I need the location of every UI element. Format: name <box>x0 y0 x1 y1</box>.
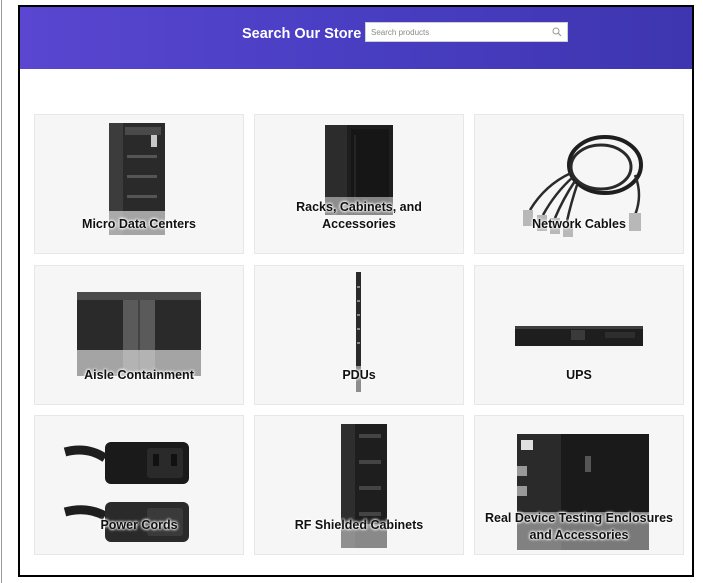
category-tile-ups[interactable]: UPS <box>474 265 684 405</box>
page-divider <box>1 0 2 583</box>
category-label: Network Cables <box>532 217 626 231</box>
category-tile-power-cords[interactable]: Power Cords <box>34 415 244 555</box>
category-label: Racks, Cabinets, and Accessories <box>296 200 422 231</box>
store-header: Search Our Store <box>20 7 692 69</box>
category-label: Micro Data Centers <box>82 217 196 231</box>
pdu-image <box>356 272 361 392</box>
search-box[interactable] <box>365 22 568 42</box>
page-title: Search Our Store <box>242 26 362 42</box>
power-cord-image <box>63 442 189 542</box>
aisle-containment-image <box>77 292 201 376</box>
search-input[interactable] <box>366 23 551 41</box>
category-label: Aisle Containment <box>84 368 194 382</box>
category-tile-pdus[interactable]: PDUs <box>254 265 464 405</box>
micro-data-center-image <box>109 123 165 235</box>
rf-cabinet-image <box>341 424 387 548</box>
category-tile-racks-cabinets[interactable]: Racks, Cabinets, and Accessories <box>254 114 464 254</box>
category-tile-rf-shielded-cabinets[interactable]: RF Shielded Cabinets <box>254 415 464 555</box>
category-label: PDUs <box>342 368 376 382</box>
category-tile-aisle-containment[interactable]: Aisle Containment <box>34 265 244 405</box>
category-label: Real Device Testing Enclosures and Acces… <box>484 511 674 542</box>
category-tile-micro-data-centers[interactable]: Micro Data Centers <box>34 114 244 254</box>
search-icon[interactable] <box>552 27 562 37</box>
ups-image <box>515 326 643 346</box>
category-label: Power Cords <box>100 518 178 532</box>
store-window: Search Our Store Micro Data Centers <box>18 5 694 577</box>
category-label: RF Shielded Cabinets <box>294 518 424 532</box>
category-label: UPS <box>566 368 592 382</box>
category-tile-real-device-testing[interactable]: Real Device Testing Enclosures and Acces… <box>474 415 684 555</box>
category-tile-network-cables[interactable]: Network Cables <box>474 114 684 254</box>
rack-cabinet-image <box>325 125 393 215</box>
network-cable-image <box>523 135 643 237</box>
